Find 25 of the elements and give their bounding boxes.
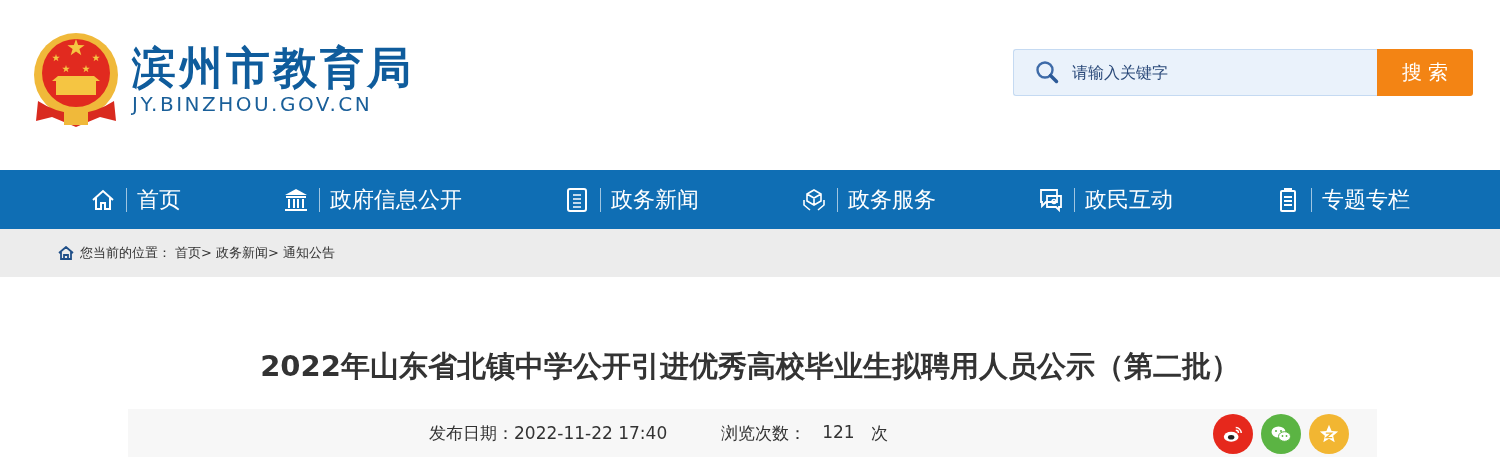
nav-link[interactable]: 专题专栏 — [1322, 184, 1410, 215]
nav-link[interactable]: 政务新闻 — [611, 184, 699, 215]
cube-icon — [801, 186, 827, 213]
weibo-icon[interactable] — [1213, 414, 1253, 454]
site-title: 滨州市教育局 — [132, 43, 414, 93]
views-label: 浏览次数： — [721, 421, 807, 445]
search-field[interactable]: 请输入关键字 — [1013, 48, 1377, 96]
views-count: 121 — [822, 421, 855, 444]
breadcrumb-link[interactable]: 政务新闻> — [215, 244, 279, 262]
nav-link[interactable]: 政民互动 — [1085, 184, 1173, 215]
breadcrumb-link[interactable]: 首页> — [175, 244, 212, 262]
building-icon — [283, 186, 309, 213]
nav-link[interactable]: 政府信息公开 — [330, 184, 462, 215]
nav-link[interactable]: 首页 — [137, 184, 181, 215]
site-domain: JY.BINZHOU.GOV.CN — [132, 92, 374, 117]
nav-link[interactable]: 政务服务 — [848, 184, 936, 215]
document-icon — [564, 186, 590, 213]
views-unit: 次 — [870, 421, 888, 445]
home-icon — [58, 246, 74, 260]
article-title: 2022年山东省北镇中学公开引进优秀高校毕业生拟聘用人员公示（第二批） — [259, 348, 1241, 385]
breadcrumb-link[interactable]: 通知公告 — [282, 244, 335, 262]
publish-date: 发布日期：2022-11-22 17:40 — [429, 421, 668, 445]
breadcrumb-label: 您当前的位置： — [80, 244, 171, 262]
chat-icon — [1038, 186, 1064, 213]
wechat-icon[interactable] — [1261, 414, 1301, 454]
